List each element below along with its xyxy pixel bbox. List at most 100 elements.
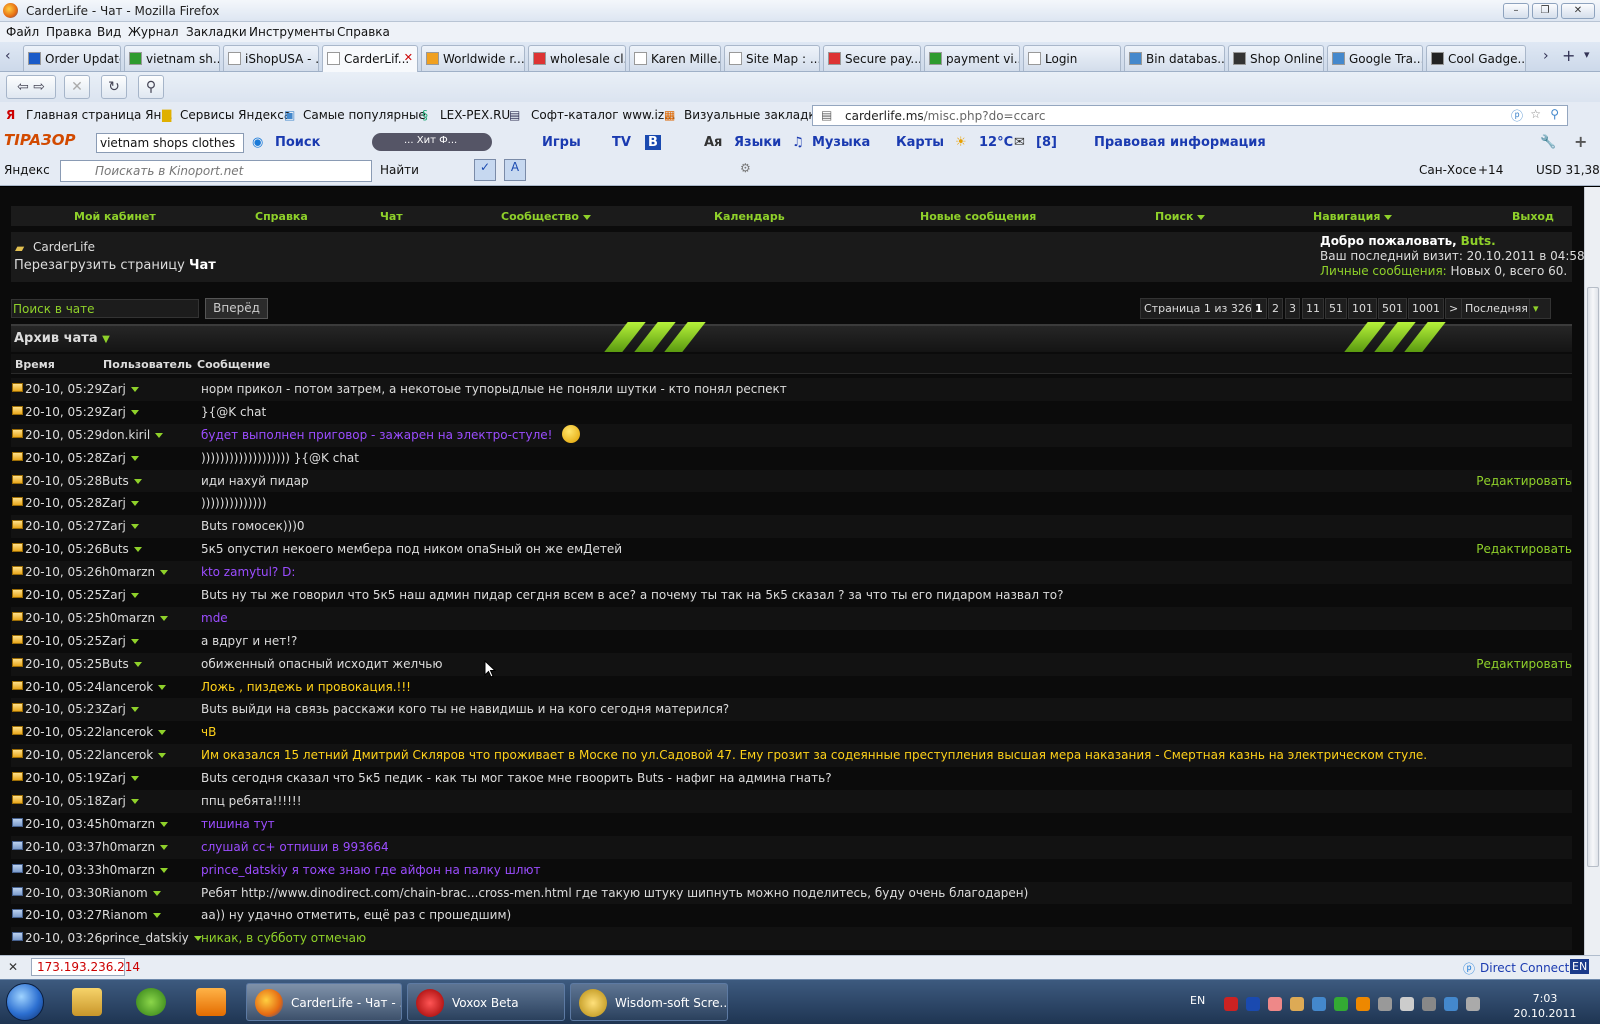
direct-connect[interactable]: Direct Connect xyxy=(1480,961,1569,975)
pager-menu-icon[interactable]: ▾ xyxy=(1529,298,1551,319)
spellcheck-icon[interactable]: ✓ xyxy=(474,159,496,181)
tab-ishopusa[interactable]: iShopUSA - ... xyxy=(223,45,319,71)
edit-link[interactable]: Редактировать xyxy=(1476,474,1572,488)
message-user[interactable]: Zarj xyxy=(102,771,139,785)
page-51[interactable]: 51 xyxy=(1325,298,1347,319)
flag-tray-icon[interactable] xyxy=(1246,997,1260,1011)
page-2[interactable]: 2 xyxy=(1268,298,1283,319)
media-player-icon[interactable] xyxy=(196,988,226,1016)
app-tray-icon[interactable] xyxy=(1334,997,1348,1011)
reload-page-link[interactable]: Перезагрузить страницу Чат xyxy=(14,258,216,273)
page-101[interactable]: 101 xyxy=(1348,298,1377,319)
bookmark-visual[interactable]: Визуальные закладки xyxy=(684,108,823,122)
message-user[interactable]: Buts xyxy=(102,657,142,671)
maps-menu[interactable]: Карты xyxy=(896,135,944,150)
message-user[interactable]: Rianom xyxy=(102,908,161,922)
url-bar[interactable]: ▤ carderlife.ms/misc.php?do=ccarc ⓟ ☆ ⚲ xyxy=(812,105,1568,126)
tab-worldwide[interactable]: Worldwide r... xyxy=(421,45,525,71)
chat-search-input[interactable]: Поиск в чате xyxy=(11,299,199,318)
page-next[interactable]: > xyxy=(1445,298,1463,319)
start-button[interactable] xyxy=(6,983,44,1021)
yandex-brand[interactable]: Яндекс xyxy=(4,163,50,177)
languages-menu[interactable]: Языки xyxy=(734,135,781,150)
go-button[interactable]: Вперёд xyxy=(205,298,268,319)
page-501[interactable]: 501 xyxy=(1378,298,1407,319)
stop-icon[interactable]: ✕ xyxy=(64,75,90,99)
tab-close-icon[interactable]: ✕ xyxy=(404,51,413,64)
kinoport-search-input[interactable]: Поискать в Kinoport.net xyxy=(60,160,372,182)
bookmark-soft-catalog[interactable]: Софт-каталог www.iz... xyxy=(531,108,676,122)
menu-help[interactable]: Справка xyxy=(337,25,390,39)
update-tray-icon[interactable] xyxy=(1444,997,1458,1011)
tab-wholesale[interactable]: wholesale cl... xyxy=(528,45,626,71)
message-user[interactable]: Buts xyxy=(102,474,142,488)
tab-login[interactable]: Login xyxy=(1023,45,1121,71)
wrench-icon[interactable]: 🔧 xyxy=(1540,135,1556,150)
message-user[interactable]: h0marzn xyxy=(102,817,169,831)
nav-logout[interactable]: Выход xyxy=(1512,210,1554,223)
star-icon[interactable]: ☆ xyxy=(1530,107,1541,121)
music-menu[interactable]: Музыка xyxy=(812,135,870,150)
message-user[interactable]: Rianom xyxy=(102,886,161,900)
message-user[interactable]: Zarj xyxy=(102,634,139,648)
maximize-button[interactable]: ❐ xyxy=(1532,3,1558,19)
pm-link[interactable]: Личные сообщения: xyxy=(1320,264,1447,278)
tab-bin-database[interactable]: Bin databas... xyxy=(1124,45,1225,71)
minimize-button[interactable]: – xyxy=(1503,3,1529,19)
nav-my-cabinet[interactable]: Мой кабинет xyxy=(74,210,156,223)
message-user[interactable]: Zarj xyxy=(102,519,139,533)
nav-search[interactable]: Поиск xyxy=(1155,210,1206,223)
nav-chat[interactable]: Чат xyxy=(380,210,403,223)
tab-google-translate[interactable]: Google Tra... xyxy=(1327,45,1423,71)
games-menu[interactable]: Игры xyxy=(542,135,581,150)
hand-tray-icon[interactable] xyxy=(1290,997,1304,1011)
display-tray-icon[interactable] xyxy=(1422,997,1436,1011)
menu-history[interactable]: Журнал xyxy=(128,25,179,39)
scrollbar-thumb[interactable] xyxy=(1587,287,1599,867)
tv-menu[interactable]: TV xyxy=(612,135,631,150)
task-firefox[interactable]: CarderLife - Чат - ... xyxy=(246,983,402,1021)
message-user[interactable]: Zarj xyxy=(102,405,139,419)
addon-icon[interactable]: ⚲ xyxy=(138,75,164,99)
message-user[interactable]: Zarj xyxy=(102,794,139,808)
message-user[interactable]: Zarj xyxy=(102,496,139,510)
message-user[interactable]: Buts xyxy=(102,542,142,556)
tab-vietnam-shops[interactable]: vietnam sh... xyxy=(124,45,220,71)
message-user[interactable]: h0marzn xyxy=(102,611,169,625)
bookmark-yandex-home[interactable]: Главная страница Ян... xyxy=(26,108,173,122)
add-icon[interactable]: + xyxy=(1574,132,1587,151)
menu-bookmarks[interactable]: Закладки xyxy=(186,25,247,39)
network-tray-icon[interactable] xyxy=(1312,997,1326,1011)
bookmark-popular[interactable]: Самые популярные xyxy=(303,108,426,122)
nav-navigation[interactable]: Навигация xyxy=(1313,210,1393,223)
page-3[interactable]: 3 xyxy=(1285,298,1300,319)
username-link[interactable]: Buts. xyxy=(1461,234,1496,248)
menu-edit[interactable]: Правка xyxy=(46,25,92,39)
page-11[interactable]: 11 xyxy=(1302,298,1324,319)
shield-tray-icon[interactable] xyxy=(1268,997,1282,1011)
message-user[interactable]: prince_datskiy xyxy=(102,931,202,945)
tab-site-map[interactable]: Site Map : ... xyxy=(724,45,820,71)
message-user[interactable]: lancerok xyxy=(102,748,167,762)
weather-temp[interactable]: 12°C xyxy=(979,135,1013,150)
menu-file[interactable]: Файл xyxy=(6,25,39,39)
message-user[interactable]: don.kiril xyxy=(102,428,164,442)
message-user[interactable]: Zarj xyxy=(102,451,139,465)
message-user[interactable]: h0marzn xyxy=(102,840,169,854)
task-voxox[interactable]: Voxox Beta xyxy=(407,983,565,1021)
tab-order-update[interactable]: Order Update xyxy=(23,45,121,71)
nav-calendar[interactable]: Календарь xyxy=(714,210,785,223)
system-tray-icon[interactable] xyxy=(1378,997,1392,1011)
message-user[interactable]: lancerok xyxy=(102,725,167,739)
nav-help[interactable]: Справка xyxy=(255,210,308,223)
tab-list-icon[interactable]: ▾ xyxy=(1584,48,1590,61)
gear-icon[interactable]: ⚙ xyxy=(740,161,751,175)
keyboard-language[interactable]: EN xyxy=(1190,994,1205,1007)
page-scrollbar[interactable] xyxy=(1584,187,1600,955)
edit-link[interactable]: Редактировать xyxy=(1476,542,1572,556)
tab-scroll-left-icon[interactable]: ‹ xyxy=(5,48,11,64)
nav-new-posts[interactable]: Новые сообщения xyxy=(920,210,1036,223)
nav-community[interactable]: Сообщество xyxy=(501,210,591,223)
edit-link[interactable]: Редактировать xyxy=(1476,657,1572,671)
language-indicator[interactable]: EN xyxy=(1570,959,1590,974)
